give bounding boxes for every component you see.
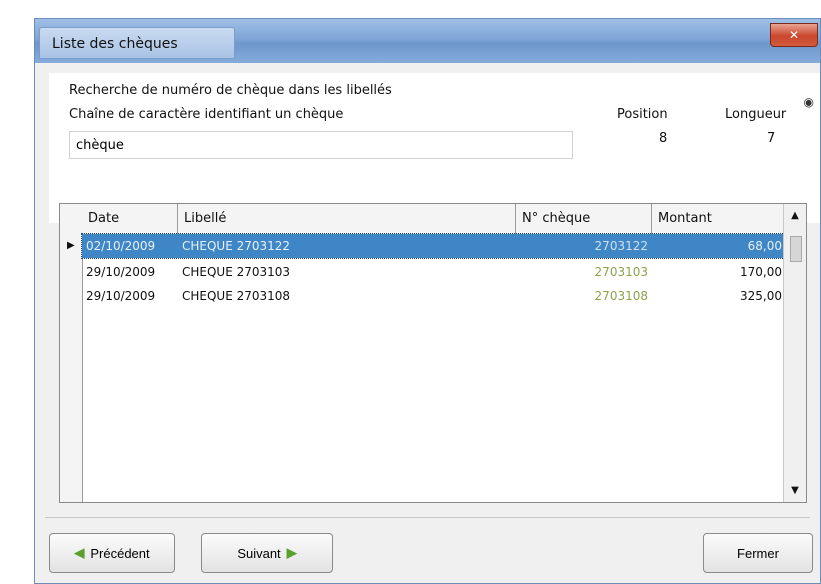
- position-label: Position: [617, 107, 668, 122]
- search-string-label: Chaîne de caractère identifiant un chèqu…: [69, 107, 344, 122]
- close-window-button[interactable]: ✕: [770, 23, 818, 47]
- next-button-label: Suivant: [237, 545, 281, 561]
- close-button-label: Fermer: [737, 545, 779, 561]
- cell-libelle: CHEQUE 2703122: [182, 239, 291, 253]
- radio-icon[interactable]: ◉: [804, 95, 814, 109]
- cell-date: 29/10/2009: [86, 265, 156, 279]
- column-header-montant[interactable]: Montant: [652, 204, 786, 234]
- grid-header: Date Libellé N° chèque Montant: [82, 204, 786, 235]
- table-row[interactable]: 29/10/2009 CHEQUE 2703108 2703108 325,00: [82, 284, 784, 308]
- cell-cheque-number: 2703122: [594, 239, 648, 253]
- cell-date: 29/10/2009: [86, 289, 156, 303]
- column-header-libelle[interactable]: Libellé: [178, 204, 516, 234]
- table-row[interactable]: 29/10/2009 CHEQUE 2703103 2703103 170,00: [82, 260, 784, 284]
- length-label: Longueur: [725, 107, 787, 122]
- arrow-left-icon: ◀: [74, 545, 85, 560]
- cell-montant: 325,00: [740, 289, 782, 303]
- column-header-date[interactable]: Date: [82, 204, 178, 234]
- cheque-list-window: Liste des chèques ✕ Recherche de numéro …: [34, 18, 821, 584]
- arrow-right-icon: ▶: [286, 545, 297, 560]
- divider: [45, 517, 810, 518]
- cell-montant: 170,00: [740, 265, 782, 279]
- window-title: Liste des chèques: [39, 27, 235, 59]
- position-value[interactable]: 8: [659, 131, 667, 146]
- cell-cheque-number: 2703103: [594, 265, 648, 279]
- vertical-scrollbar[interactable]: ▲ ▼: [783, 204, 806, 502]
- close-button[interactable]: Fermer: [703, 533, 813, 573]
- next-button[interactable]: Suivant ▶: [201, 533, 333, 573]
- current-row-arrow-icon: ▶: [67, 240, 75, 251]
- cell-date: 02/10/2009: [86, 239, 156, 253]
- cell-libelle: CHEQUE 2703103: [182, 265, 291, 279]
- cell-libelle: CHEQUE 2703108: [182, 289, 291, 303]
- scroll-down-icon[interactable]: ▼: [784, 485, 806, 496]
- cell-montant: 68,00: [747, 239, 782, 253]
- scroll-up-icon[interactable]: ▲: [784, 210, 806, 221]
- cheque-grid[interactable]: ▶ Date Libellé N° chèque Montant 02/10/2…: [59, 203, 807, 503]
- title-bar[interactable]: Liste des chèques ✕: [35, 19, 820, 63]
- cell-cheque-number: 2703108: [594, 289, 648, 303]
- search-string-input[interactable]: [69, 131, 573, 159]
- search-heading: Recherche de numéro de chèque dans les l…: [69, 83, 392, 98]
- previous-button-label: Précédent: [90, 545, 150, 561]
- length-value[interactable]: 7: [767, 131, 775, 146]
- row-indicator-column: ▶: [60, 204, 83, 502]
- column-header-cheque-number[interactable]: N° chèque: [516, 204, 652, 234]
- scroll-thumb[interactable]: [790, 236, 802, 262]
- table-row[interactable]: 02/10/2009 CHEQUE 2703122 2703122 68,00: [81, 233, 785, 259]
- search-panel: Recherche de numéro de chèque dans les l…: [49, 73, 820, 223]
- previous-button[interactable]: ◀ Précédent: [49, 533, 175, 573]
